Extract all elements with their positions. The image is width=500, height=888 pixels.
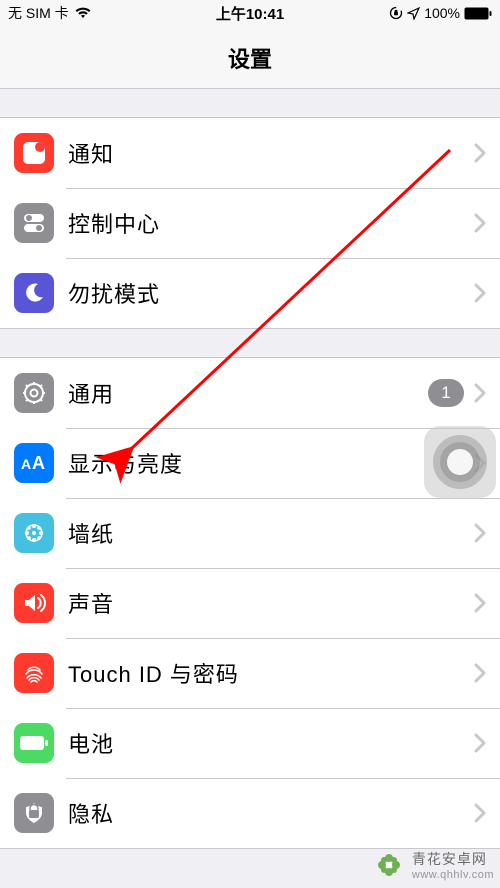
status-time: 上午10:41 bbox=[168, 3, 332, 24]
row-notifications[interactable]: 通知 bbox=[0, 118, 500, 188]
rotation-lock-icon bbox=[389, 6, 403, 20]
watermark-logo-icon bbox=[372, 848, 406, 882]
row-wallpaper[interactable]: 墙纸 bbox=[0, 498, 500, 568]
chevron-right-icon bbox=[468, 143, 500, 163]
watermark-url: www.qhhlv.com bbox=[412, 869, 494, 881]
status-right: 100% bbox=[332, 5, 492, 21]
carrier-text: 无 SIM 卡 bbox=[8, 3, 69, 23]
row-label: 通知 bbox=[68, 137, 468, 169]
row-general[interactable]: 通用 1 bbox=[0, 358, 500, 428]
chevron-right-icon bbox=[468, 383, 500, 403]
chevron-right-icon bbox=[468, 593, 500, 613]
chevron-right-icon bbox=[468, 283, 500, 303]
row-label: 墙纸 bbox=[68, 517, 468, 549]
row-label: 隐私 bbox=[68, 797, 468, 829]
row-label: Touch ID 与密码 bbox=[68, 657, 468, 689]
chevron-right-icon bbox=[468, 213, 500, 233]
row-label: 通用 bbox=[68, 377, 428, 409]
row-label: 勿扰模式 bbox=[68, 277, 468, 309]
page-title: 设置 bbox=[0, 26, 500, 89]
row-control-center[interactable]: 控制中心 bbox=[0, 188, 500, 258]
chevron-right-icon bbox=[468, 733, 500, 753]
sounds-icon bbox=[14, 583, 54, 623]
row-sounds[interactable]: 声音 bbox=[0, 568, 500, 638]
wifi-icon bbox=[75, 7, 91, 19]
general-icon bbox=[14, 373, 54, 413]
row-battery[interactable]: 电池 bbox=[0, 708, 500, 778]
settings-group-1: 通知 控制中心 勿扰模式 bbox=[0, 117, 500, 329]
battery-pct-text: 100% bbox=[424, 5, 460, 21]
assistive-touch-button[interactable] bbox=[424, 426, 496, 498]
row-label: 显示与亮度 bbox=[68, 447, 468, 479]
row-do-not-disturb[interactable]: 勿扰模式 bbox=[0, 258, 500, 328]
row-label: 控制中心 bbox=[68, 207, 468, 239]
notification-badge: 1 bbox=[428, 379, 464, 407]
chevron-right-icon bbox=[468, 523, 500, 543]
chevron-right-icon bbox=[468, 663, 500, 683]
status-bar: 无 SIM 卡 上午10:41 100% bbox=[0, 0, 500, 26]
watermark: 青花安卓网 www.qhhlv.com bbox=[372, 848, 494, 882]
row-touchid-passcode[interactable]: Touch ID 与密码 bbox=[0, 638, 500, 708]
display-icon: AA bbox=[14, 443, 54, 483]
battery-row-icon bbox=[14, 723, 54, 763]
chevron-right-icon bbox=[468, 803, 500, 823]
control-center-icon bbox=[14, 203, 54, 243]
row-label: 电池 bbox=[68, 727, 468, 759]
wallpaper-icon bbox=[14, 513, 54, 553]
location-icon bbox=[407, 7, 420, 20]
notifications-icon bbox=[14, 133, 54, 173]
row-label: 声音 bbox=[68, 587, 468, 619]
svg-text:A: A bbox=[32, 453, 45, 473]
touchid-icon bbox=[14, 653, 54, 693]
watermark-title: 青花安卓网 bbox=[412, 849, 487, 869]
privacy-icon bbox=[14, 793, 54, 833]
svg-text:A: A bbox=[21, 456, 31, 472]
status-left: 无 SIM 卡 bbox=[8, 3, 168, 23]
settings-group-2: 通用 1 AA 显示与亮度 墙纸 声音 bbox=[0, 357, 500, 849]
dnd-icon bbox=[14, 273, 54, 313]
battery-icon bbox=[464, 7, 492, 20]
row-privacy[interactable]: 隐私 bbox=[0, 778, 500, 848]
